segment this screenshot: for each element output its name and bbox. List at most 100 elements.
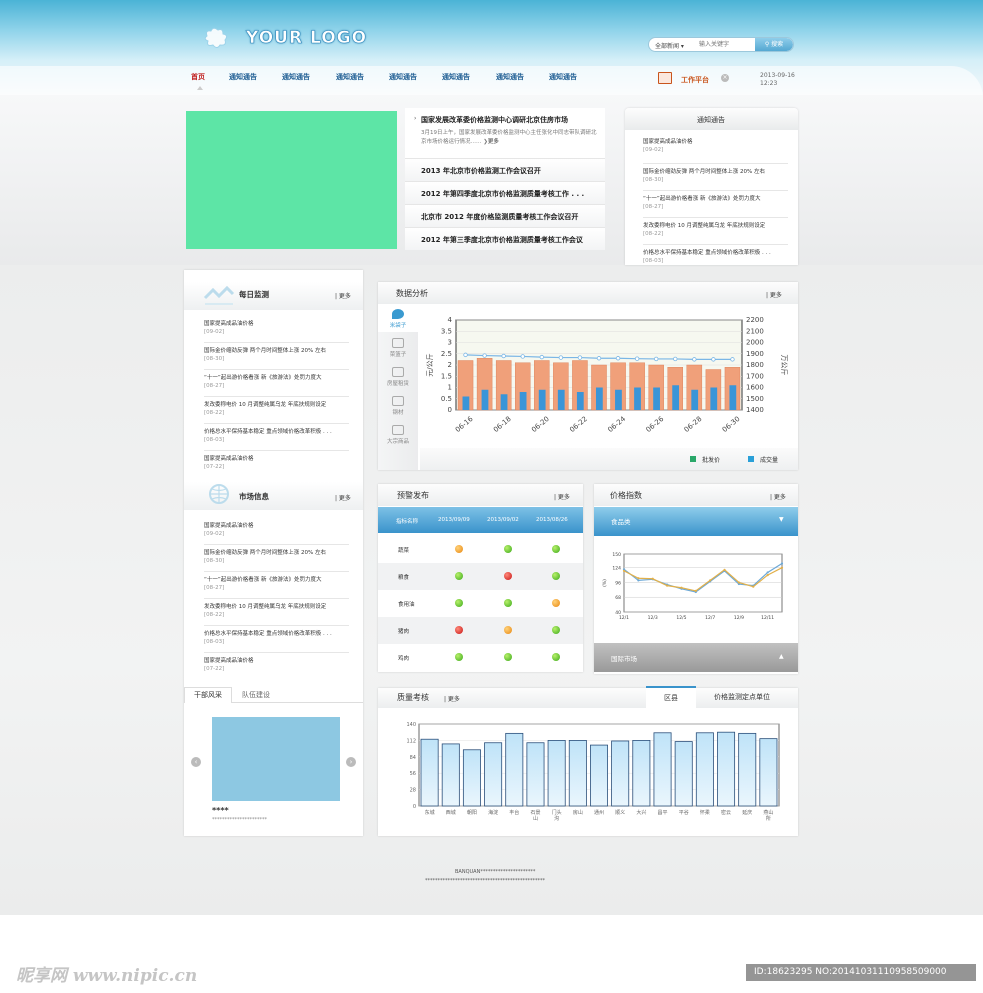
line-point bbox=[709, 579, 712, 582]
status-indicator-icon bbox=[504, 545, 512, 553]
list-item[interactable]: 国家提高成品油价格 [09-02] bbox=[643, 138, 788, 163]
logo-text[interactable]: YOUR LOGO bbox=[246, 28, 367, 49]
nav-notice-5[interactable]: 通知通告 bbox=[442, 72, 470, 82]
list-item[interactable]: “十一”起出游价格看涨 新《旅游法》处罚力度大 [08-27] bbox=[204, 576, 349, 598]
bar-volume bbox=[672, 385, 680, 410]
alert-title: 预警发布 bbox=[397, 491, 429, 500]
tab-district[interactable]: 区县 bbox=[646, 686, 696, 708]
list-item[interactable]: 价格总水平保持基本稳定 重点领域价格改革积极 . . . [08-03] bbox=[204, 630, 349, 652]
list-item[interactable]: 国家提高成品油价格 [09-02] bbox=[204, 320, 349, 342]
status-indicator-icon bbox=[455, 572, 463, 580]
copyright-line: BANQUAN********************** bbox=[455, 869, 536, 875]
list-item[interactable]: 国际金价缩劲反弹 两个月时间整体上涨 20% 左右 [08-30] bbox=[204, 347, 349, 369]
chevron-down-icon[interactable]: ▼ bbox=[779, 516, 784, 523]
legend-label-wholesale: 批发价 bbox=[702, 457, 721, 464]
list-item[interactable]: 发改委称电价 10 月调整纯属乌龙 年底扶规则设定 [08-22] bbox=[204, 401, 349, 423]
column-header: 2013/09/09 bbox=[438, 517, 470, 523]
y-tick-label: 2.5 bbox=[441, 350, 452, 358]
x-tick-label: 密云 bbox=[721, 809, 731, 816]
sidebar-item-rice-bag[interactable]: 米袋子 bbox=[378, 305, 418, 332]
status-indicator-icon bbox=[552, 653, 560, 661]
list-item[interactable]: 价格总水平保持基本稳定 重点领域价格改革积极 . . . [08-03] bbox=[204, 428, 349, 450]
sidebar-item-steel[interactable]: 钢材 bbox=[378, 390, 418, 419]
market-info-list: 国家提高成品油价格 [09-02] 国际金价缩劲反弹 两个月时间整体上涨 20% … bbox=[204, 522, 349, 679]
status-indicator-icon bbox=[552, 545, 560, 553]
headline-more-link[interactable]: ❯更多 bbox=[483, 139, 499, 145]
nav-notice-4[interactable]: 通知通告 bbox=[389, 72, 417, 82]
nav-notice-3[interactable]: 通知通告 bbox=[336, 72, 364, 82]
house-icon bbox=[392, 367, 404, 377]
list-item[interactable]: 国家提高成品油价格 [09-02] bbox=[204, 522, 349, 544]
search-category-select[interactable]: 全部新闻 ▾ bbox=[655, 41, 684, 50]
y-tick-label: 112 bbox=[406, 738, 416, 744]
list-item[interactable]: 国际金价缩劲反弹 两个月时间整体上涨 20% 左右 [08-30] bbox=[204, 549, 349, 571]
work-platform-icon[interactable] bbox=[658, 72, 672, 84]
line-point bbox=[615, 356, 621, 361]
y-tick-label: 68 bbox=[615, 595, 621, 601]
row-label: 蔬菜 bbox=[398, 548, 410, 554]
bar bbox=[717, 731, 736, 807]
status-indicator-icon bbox=[552, 572, 560, 580]
bar bbox=[420, 738, 439, 807]
news-item[interactable]: 2013 年北京市价格监测工作会议召开 bbox=[405, 158, 605, 181]
price-index-more-link[interactable]: | 更多 bbox=[770, 492, 786, 501]
gallery-caption: **** bbox=[212, 806, 229, 815]
tab-monitoring-units[interactable]: 价格监测定点单位 bbox=[714, 692, 770, 702]
chevron-up-icon[interactable]: ▲ bbox=[779, 653, 784, 660]
news-item[interactable]: 2012 年第三季度北京市价格监测质量考核工作会议 bbox=[405, 227, 605, 250]
alert-more-link[interactable]: | 更多 bbox=[554, 492, 570, 501]
bar-volume bbox=[576, 392, 584, 410]
bar-volume bbox=[500, 394, 508, 410]
column-header: 指标名称 bbox=[396, 519, 419, 525]
x-tick-label: 昌平 bbox=[658, 810, 668, 816]
news-item[interactable]: 2012 年第四季度北京市价格监测质量考核工作 . . . bbox=[405, 181, 605, 204]
y-tick-label: 4 bbox=[448, 316, 453, 324]
y2-tick-label: 1700 bbox=[746, 372, 764, 380]
nav-notice-2[interactable]: 通知通告 bbox=[282, 72, 310, 82]
data-analysis-more-link[interactable]: | 更多 bbox=[766, 290, 782, 299]
gallery-image-placeholder[interactable] bbox=[212, 717, 340, 801]
list-item[interactable]: 国家提高成品油价格 [07-22] bbox=[204, 455, 349, 477]
watermark-logo: 昵享网 www.nipic.cn bbox=[16, 966, 198, 986]
featured-image-placeholder[interactable] bbox=[186, 111, 397, 249]
list-item[interactable]: 国家提高成品油价格 [07-22] bbox=[204, 657, 349, 679]
line-point bbox=[463, 352, 468, 358]
tab-cadre-style[interactable]: 干部风采 bbox=[184, 687, 232, 703]
list-item[interactable]: 发改委称电价 10 月调整纯属乌龙 年底扶规则设定 [08-22] bbox=[204, 603, 349, 625]
sidebar-item-bulk-goods[interactable]: 大宗商品 bbox=[378, 419, 418, 448]
nav-notice-1[interactable]: 通知通告 bbox=[229, 72, 257, 82]
y-tick-label: 1.5 bbox=[441, 372, 452, 380]
bar-volume bbox=[729, 385, 737, 410]
close-icon[interactable]: × bbox=[721, 74, 729, 82]
x-tick-label: 海淀 bbox=[488, 809, 498, 816]
x-tick-label: 06-20 bbox=[530, 415, 551, 434]
quality-more-link[interactable]: | 更多 bbox=[444, 694, 460, 703]
headline-title[interactable]: 国家发展改革委价格监测中心调研北京住房市场 bbox=[421, 115, 568, 125]
date-time: 2013-09-16 12:23 bbox=[760, 72, 795, 88]
nav-notice-6[interactable]: 通知通告 bbox=[496, 72, 524, 82]
next-arrow-icon[interactable]: › bbox=[346, 757, 356, 767]
news-item[interactable]: 北京市 2012 年度价格监测质量考核工作会议召开 bbox=[405, 204, 605, 227]
daily-monitor-more-link[interactable]: | 更多 bbox=[335, 291, 351, 300]
y-tick-label: 0.5 bbox=[441, 395, 452, 403]
list-item[interactable]: 国际金价缩劲反弹 两个月时间整体上涨 20% 左右 [08-30] bbox=[643, 168, 788, 190]
x-tick-label: 石景 bbox=[530, 809, 540, 816]
sidebar-item-housing-rental[interactable]: 房屋租赁 bbox=[378, 361, 418, 390]
x-tick-label: 12/1 bbox=[619, 615, 629, 621]
nav-home[interactable]: 首页 bbox=[191, 72, 205, 82]
list-item[interactable]: “十一”起出游价格看涨 新《旅游法》处罚力度大 [08-27] bbox=[204, 374, 349, 396]
x-tick-label: 06-26 bbox=[645, 415, 666, 435]
search-input[interactable] bbox=[699, 39, 759, 50]
list-item[interactable]: “十一”起出游价格看涨 新《旅游法》处罚力度大 [08-27] bbox=[643, 195, 788, 217]
market-info-more-link[interactable]: | 更多 bbox=[335, 493, 351, 502]
bar-volume bbox=[595, 387, 603, 410]
search-button[interactable]: ⚲ 搜索 bbox=[755, 38, 793, 51]
nav-notice-7[interactable]: 通知通告 bbox=[549, 72, 577, 82]
list-item[interactable]: 发改委称电价 10 月调整纯属乌龙 年底扶规则设定 [08-22] bbox=[643, 222, 788, 244]
tab-team-building[interactable]: 队伍建设 bbox=[242, 690, 270, 700]
basket-icon bbox=[392, 338, 404, 348]
work-platform-link[interactable]: 工作平台 bbox=[681, 75, 709, 85]
sidebar-item-vegetable-basket[interactable]: 菜篮子 bbox=[378, 332, 418, 361]
prev-arrow-icon[interactable]: ‹ bbox=[191, 757, 201, 767]
list-item[interactable]: 价格总水平保持基本稳定 重点领域价格改革积极 . . . [08-03] bbox=[643, 249, 788, 271]
